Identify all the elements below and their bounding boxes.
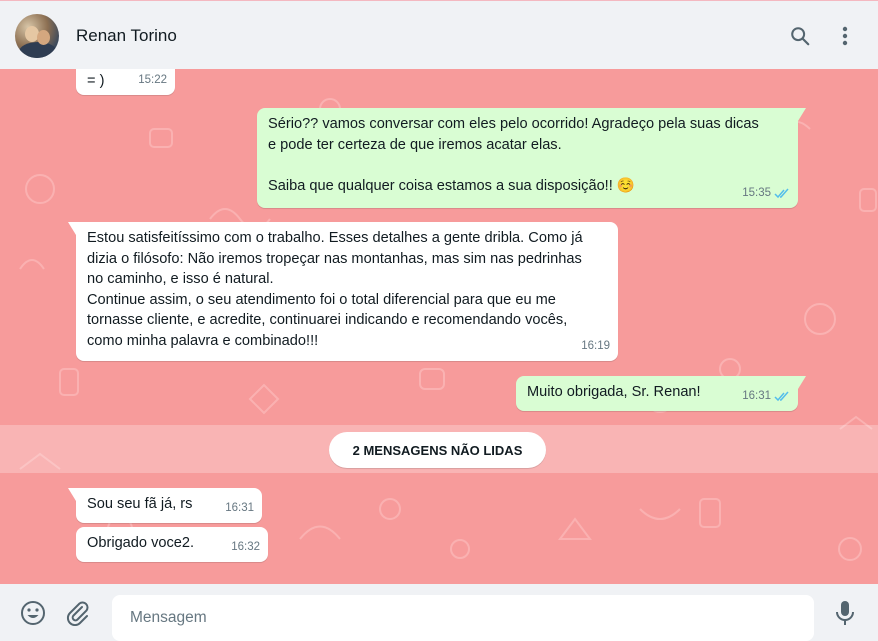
message-meta: 16:31 xyxy=(225,498,254,519)
message-meta: 15:35 xyxy=(742,183,790,204)
contact-avatar[interactable] xyxy=(15,14,59,58)
chat-header: Renan Torino xyxy=(0,0,878,69)
message-bubble-incoming[interactable]: Obrigado voce2. 16:32 xyxy=(76,527,268,562)
mic-icon[interactable] xyxy=(830,598,860,628)
message-time: 15:35 xyxy=(742,187,771,200)
read-ticks-icon xyxy=(774,391,789,402)
message-time: 16:31 xyxy=(225,502,254,515)
message-meta: 16:19 xyxy=(581,336,610,357)
message-bubble-outgoing[interactable]: Muito obrigada, Sr. Renan! 16:31 xyxy=(516,376,806,411)
menu-icon[interactable] xyxy=(832,23,858,49)
message-time: 16:32 xyxy=(231,541,260,554)
chat-area[interactable]: = ) 15:22 Sério?? vamos conversar com el… xyxy=(0,69,878,584)
message-meta: 16:31 xyxy=(742,386,790,407)
attach-icon[interactable] xyxy=(63,598,93,628)
message-time: 15:22 xyxy=(138,74,167,87)
message-meta: 16:32 xyxy=(231,537,260,558)
message-bubble-incoming[interactable]: Estou satisfeitíssimo com o trabalho. Es… xyxy=(68,222,618,361)
message-bubble-outgoing[interactable]: Sério?? vamos conversar com eles pelo oc… xyxy=(257,108,806,208)
unread-messages-label: 2 MENSAGENS NÃO LIDAS xyxy=(329,432,546,468)
message-time: 16:19 xyxy=(581,340,610,353)
message-text: Sério?? vamos conversar com eles pelo oc… xyxy=(268,116,759,194)
message-bubble-incoming[interactable]: Sou seu fã já, rs 16:31 xyxy=(68,488,262,523)
read-ticks-icon xyxy=(774,188,789,199)
contact-name[interactable]: Renan Torino xyxy=(76,26,177,46)
message-text: Estou satisfeitíssimo com o trabalho. Es… xyxy=(87,230,583,349)
compose-bar xyxy=(0,584,878,641)
search-icon[interactable] xyxy=(787,23,813,49)
message-meta: 15:22 xyxy=(138,70,167,91)
message-bubble-incoming[interactable]: = ) 15:22 xyxy=(76,69,175,95)
message-time: 16:31 xyxy=(742,390,771,403)
message-input[interactable] xyxy=(112,595,814,641)
emoji-icon[interactable] xyxy=(18,598,48,628)
